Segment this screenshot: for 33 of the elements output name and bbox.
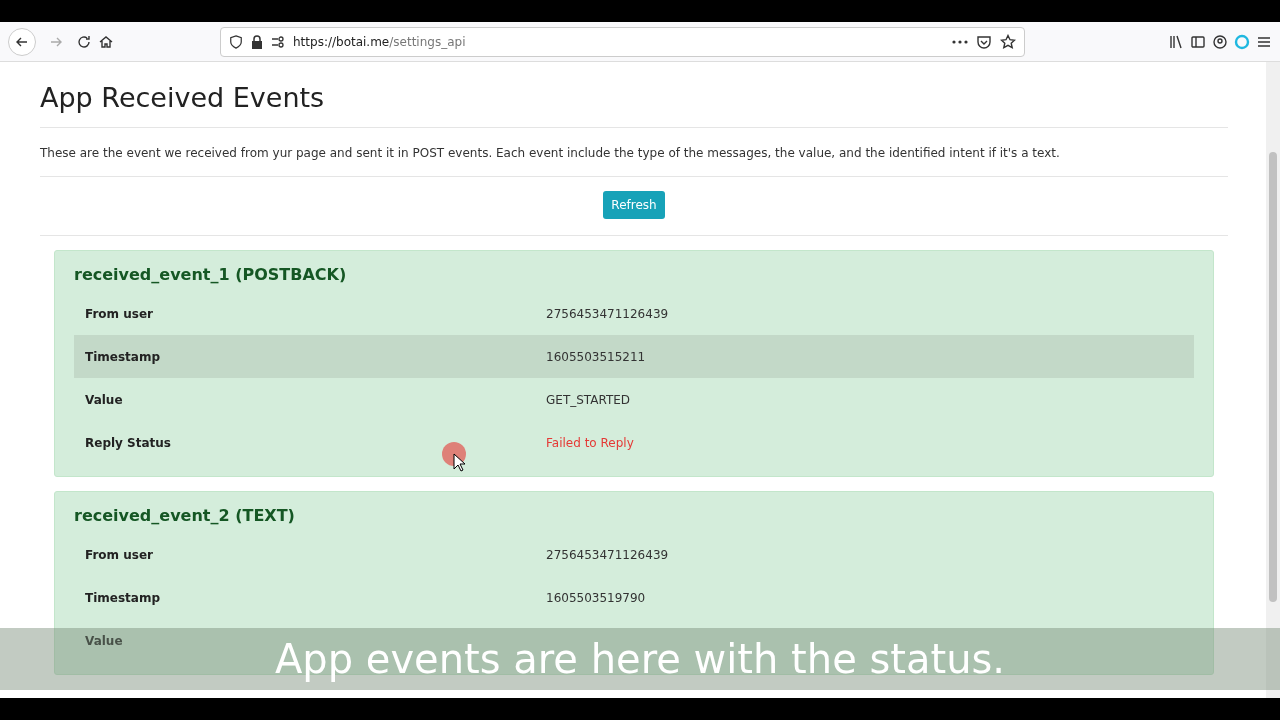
account-icon[interactable]	[1212, 33, 1228, 50]
field-label: From user	[85, 547, 154, 562]
field-label: Timestamp	[85, 349, 161, 364]
field-value: 1605503519790	[546, 590, 646, 605]
field-label: Timestamp	[85, 590, 161, 605]
scrollbar[interactable]	[1266, 62, 1280, 698]
url-text: https://botai.me/settings_api	[293, 34, 467, 49]
star-icon[interactable]	[1000, 33, 1016, 50]
field-value: GET_STARTED	[546, 392, 631, 407]
field-label: From user	[85, 306, 154, 321]
page-title: App Received Events	[40, 62, 1228, 128]
address-bar[interactable]: https://botai.me/settings_api	[220, 26, 1025, 57]
status-value: Failed to Reply	[546, 435, 634, 450]
field-value: 1605503515211	[546, 349, 646, 364]
field-label: Value	[85, 633, 124, 648]
reload-icon[interactable]	[76, 33, 92, 50]
more-dots-icon[interactable]	[952, 39, 968, 44]
field-value: 2756453471126439	[546, 306, 669, 321]
field-label: Reply Status	[85, 435, 172, 450]
home-icon[interactable]	[98, 33, 114, 50]
shield-icon	[229, 34, 243, 49]
library-icon[interactable]	[1168, 33, 1184, 50]
permissions-icon	[271, 35, 285, 48]
subtitle-caption: App events are here with the status.	[274, 636, 1006, 682]
lock-icon	[251, 34, 263, 49]
event-title: received_event_1 (POSTBACK)	[74, 265, 348, 284]
pocket-icon[interactable]	[976, 33, 992, 50]
event-title: received_event_2 (TEXT)	[74, 506, 296, 525]
field-label: Value	[85, 392, 124, 407]
sidebar-icon[interactable]	[1190, 33, 1206, 50]
page-description: These are the event we received from yur page and sent it in POST events. Each event include the type of the messages, the value, and the identified intent if it's a text.	[40, 128, 1228, 177]
back-button[interactable]	[8, 27, 36, 56]
field-value: 2756453471126439	[546, 547, 669, 562]
